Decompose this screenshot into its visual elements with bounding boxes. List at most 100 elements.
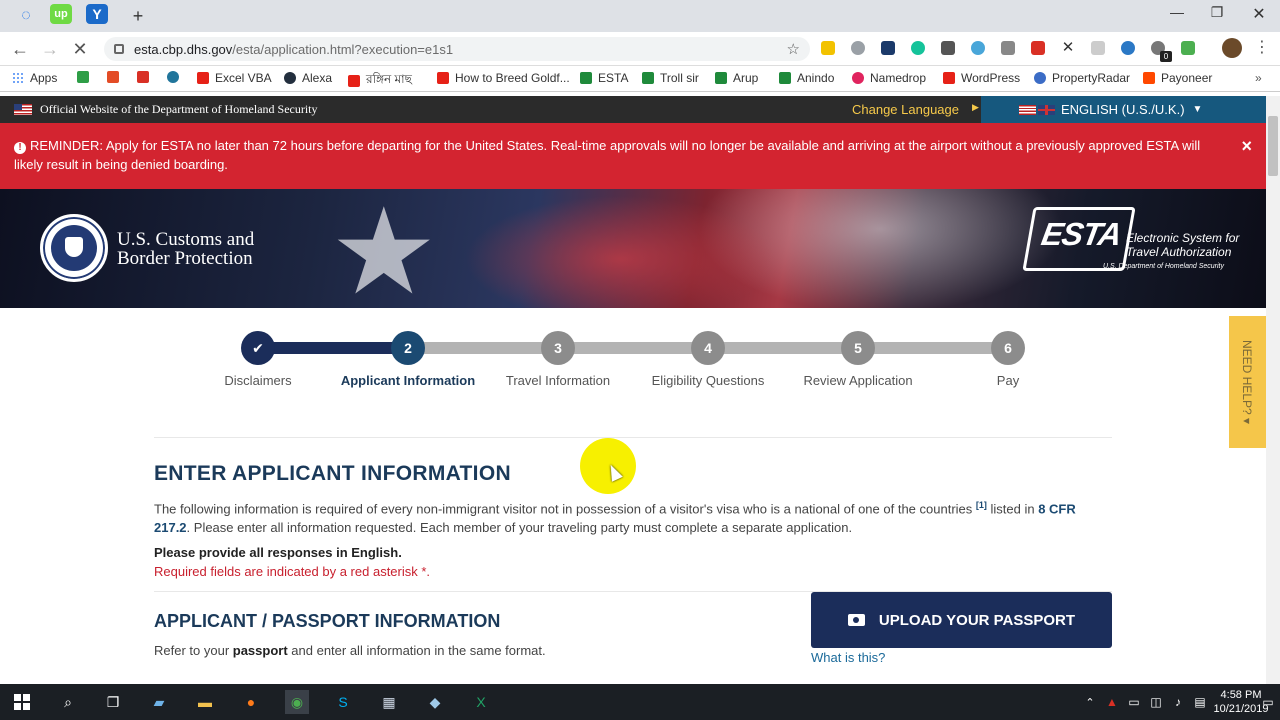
apps-grid-icon xyxy=(12,72,24,84)
step-2-label[interactable]: Applicant Information xyxy=(328,373,488,388)
bookmark-namedrop[interactable]: Namedrop xyxy=(852,71,926,85)
bookmark-icon-only[interactable] xyxy=(77,71,95,83)
dhs-seal-logo[interactable] xyxy=(40,214,108,282)
upload-passport-button[interactable]: UPLOAD YOUR PASSPORT xyxy=(811,592,1112,648)
tray-pdf-icon[interactable]: ▲ xyxy=(1100,690,1124,714)
esta-logo[interactable]: ESTA xyxy=(1022,207,1136,271)
close-reminder-button[interactable]: × xyxy=(1241,137,1252,156)
x-extension-icon[interactable]: ✕ xyxy=(1061,40,1075,55)
close-window-button[interactable]: ✕ xyxy=(1244,4,1274,24)
green-plus-favicon xyxy=(580,72,592,84)
green-plus-favicon xyxy=(642,72,654,84)
task-view-icon[interactable]: ❐ xyxy=(101,690,125,714)
extension-icon[interactable] xyxy=(881,41,895,55)
extension-icon[interactable] xyxy=(1091,41,1105,55)
step-3-circle: 3 xyxy=(541,331,575,365)
bookmark-anindo[interactable]: Anindo xyxy=(779,71,834,85)
bookmark-goldfish[interactable]: How to Breed Goldf... xyxy=(437,71,570,85)
youtube-favicon xyxy=(437,72,449,84)
youtube-favicon xyxy=(348,75,360,87)
firefox-icon[interactable]: ● xyxy=(239,690,263,714)
bookmark-icon-only[interactable] xyxy=(137,71,155,83)
bookmark-star-icon[interactable]: ☆ xyxy=(787,40,800,58)
bookmark-payoneer[interactable]: Payoneer xyxy=(1143,71,1212,85)
chrome-icon[interactable]: ◉ xyxy=(285,690,309,714)
forward-button[interactable]: → xyxy=(40,40,60,58)
page-scrollbar[interactable] xyxy=(1266,96,1280,684)
notifications-icon[interactable]: ▭ xyxy=(1256,690,1280,714)
step-4-label: Eligibility Questions xyxy=(651,373,765,388)
power-icon[interactable]: ▭ xyxy=(1122,690,1146,714)
mail-extension-icon[interactable] xyxy=(941,41,955,55)
ybox-tab-icon[interactable]: Y xyxy=(86,4,108,24)
section-title: APPLICANT / PASSPORT INFORMATION xyxy=(154,611,501,631)
mail-extension-icon[interactable] xyxy=(1001,41,1015,55)
section-subtitle: Refer to your passport and enter all inf… xyxy=(154,643,546,658)
bookmarks-overflow-icon[interactable]: » xyxy=(1255,71,1262,85)
minimize-button[interactable]: — xyxy=(1162,4,1192,24)
bookmark-alexa[interactable]: Alexa xyxy=(284,71,332,85)
excel-icon[interactable]: X xyxy=(469,690,493,714)
bookmark-excel-vba[interactable]: Excel VBA xyxy=(197,71,272,85)
bookmark-rongin-mach[interactable]: রঙ্গিন মাছ xyxy=(348,71,412,91)
volume-icon[interactable]: ♪ xyxy=(1166,690,1190,714)
step-1-circle[interactable]: ✔ xyxy=(241,331,275,365)
need-help-tab[interactable]: NEED HELP? ▾ xyxy=(1229,316,1266,448)
url-path: /esta/application.html?execution=e1s1 xyxy=(232,41,454,57)
app-icon[interactable]: ▦ xyxy=(377,690,401,714)
extension-icon[interactable] xyxy=(971,41,985,55)
url-host: esta.cbp.dhs.gov xyxy=(134,41,233,57)
skype-extension-icon[interactable] xyxy=(851,41,865,55)
bookmark-wordpress[interactable]: WordPress xyxy=(943,71,1020,85)
bookmark-arup[interactable]: Arup xyxy=(715,71,758,85)
skype-icon[interactable]: S xyxy=(331,690,355,714)
windows-taskbar: ⌕ ❐ ▰ ▬ ● ◉ S ▦ ◆ X ⌃ ▲ ▭ ◫ ♪ ▤ 4:58 PM … xyxy=(0,684,1280,720)
lock-icon xyxy=(114,44,124,54)
browser-tab-strip: ◌ up Y + — ❐ ✕ xyxy=(0,0,1280,32)
new-tab-button[interactable]: + xyxy=(124,4,152,28)
search-icon[interactable]: ⌕ xyxy=(56,690,80,714)
upload-passport-label: UPLOAD YOUR PASSPORT xyxy=(878,611,1076,629)
step-2-circle[interactable]: 2 xyxy=(391,331,425,365)
restore-button[interactable]: ❐ xyxy=(1202,4,1232,24)
youtube-favicon xyxy=(197,72,209,84)
network-icon[interactable]: ◫ xyxy=(1144,690,1168,714)
grammarly-extension-icon[interactable] xyxy=(911,41,925,55)
step-1-label[interactable]: Disclaimers xyxy=(178,373,338,388)
page-title: ENTER APPLICANT INFORMATION xyxy=(154,462,511,485)
extension-icon[interactable] xyxy=(821,41,835,55)
bookmark-icon-only[interactable] xyxy=(167,71,185,83)
menu-kebab-icon[interactable]: ⋮ xyxy=(1254,40,1270,56)
app-icon[interactable]: ▰ xyxy=(147,690,171,714)
change-language-label: Change Language xyxy=(852,102,959,117)
globe-favicon xyxy=(1034,72,1046,84)
keyboard-icon[interactable]: ▤ xyxy=(1188,690,1212,714)
app-icon[interactable]: ◆ xyxy=(423,690,447,714)
stop-loading-button[interactable]: ✕ xyxy=(70,40,90,58)
step-6-label: Pay xyxy=(996,373,1020,388)
file-explorer-icon[interactable]: ▬ xyxy=(193,690,217,714)
footnote-link[interactable]: [1] xyxy=(976,500,987,510)
bookmark-troll-sir[interactable]: Troll sir xyxy=(642,71,699,85)
browser-toolbar: ← → ✕ esta.cbp.dhs.gov/esta/application.… xyxy=(0,32,1280,66)
loading-tab-icon[interactable]: ◌ xyxy=(12,4,40,28)
bookmark-icon-only[interactable] xyxy=(107,71,125,83)
bookmark-apps[interactable]: Apps xyxy=(12,71,57,85)
profile-avatar[interactable] xyxy=(1222,38,1242,58)
bookmark-propertyradar[interactable]: PropertyRadar xyxy=(1034,71,1130,85)
what-is-this-link[interactable]: What is this? xyxy=(811,650,885,665)
language-select[interactable]: ENGLISH (U.S./U.K.) ▼ xyxy=(981,96,1266,123)
scrollbar-thumb[interactable] xyxy=(1268,116,1278,176)
tray-overflow-icon[interactable]: ⌃ xyxy=(1078,690,1102,714)
extension-icon[interactable] xyxy=(1121,41,1135,55)
extension-icon[interactable] xyxy=(1181,41,1195,55)
windows-start-icon[interactable] xyxy=(10,690,34,714)
bookmark-esta[interactable]: ESTA xyxy=(580,71,628,85)
back-button[interactable]: ← xyxy=(10,40,30,58)
need-help-label: NEED HELP? ▾ xyxy=(1240,339,1255,425)
address-bar[interactable]: esta.cbp.dhs.gov/esta/application.html?e… xyxy=(104,37,810,61)
pdf-extension-icon[interactable] xyxy=(1031,41,1045,55)
divider xyxy=(154,437,1112,438)
upwork-tab-icon[interactable]: up xyxy=(50,4,72,24)
language-value: ENGLISH (U.S./U.K.) xyxy=(1061,102,1185,117)
